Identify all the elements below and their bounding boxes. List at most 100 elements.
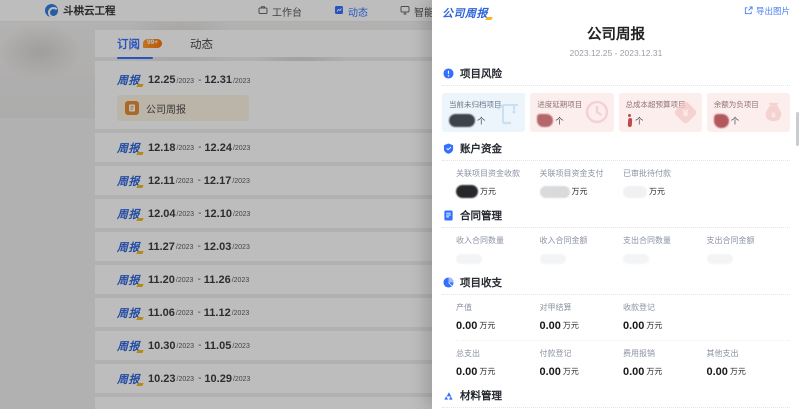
date-year: /2023 (232, 341, 250, 350)
date-separator: - (198, 373, 201, 384)
risk-card-delayed: 进度延期项目 个 (530, 93, 613, 132)
stat-label: 关联项目资金支付 (540, 168, 624, 179)
stat-field: 支出合同金额 (707, 235, 791, 266)
stat-unit: 万元 (572, 186, 588, 197)
date-start: 11.06 (148, 307, 175, 319)
stat-unit: 万元 (479, 366, 495, 377)
nav-label: 动态 (348, 4, 368, 19)
date-year: /2023 (233, 143, 251, 152)
date-separator: - (197, 274, 200, 285)
date-separator: - (197, 175, 200, 186)
stat-field: 关联项目资金支付 万元 (540, 168, 624, 199)
date-end: 12.31 (204, 74, 232, 86)
stat-field: 对甲结算 0.00万元 (540, 302, 624, 333)
weekly-report-logo: 周报 (117, 72, 140, 88)
date-end: 10.29 (204, 373, 232, 385)
risk-card-unarchived: 当前未归档项目 个 (442, 93, 525, 132)
document-icon (125, 101, 139, 115)
censored-value (449, 114, 475, 127)
section-account-funds: 账户资金 关联项目资金收款 万元 关联项目资金支付 万元 已审批待付款 万元 (442, 141, 790, 199)
date-year: /2023 (232, 308, 250, 317)
yuan-seal-icon: ¥ (673, 100, 698, 130)
section-header: 项目风险 (442, 66, 790, 80)
section-title: 项目风险 (460, 66, 502, 81)
date-end: 12.10 (204, 208, 232, 220)
weekly-report-logo: 周报 (117, 305, 140, 321)
card-unit: 个 (555, 115, 564, 127)
drawer-scrollbar[interactable] (796, 112, 799, 146)
export-image-button[interactable]: 导出图片 (744, 5, 790, 17)
risk-cards: 当前未归档项目 个 进度延期项目 个 总成本超预算项目 个 ¥ (442, 93, 790, 132)
censored-value (456, 254, 482, 264)
date-year: /2023 (176, 176, 194, 185)
contract-icon (442, 209, 454, 221)
censored-value (707, 254, 733, 264)
stat-unit: 万元 (646, 366, 662, 377)
divider (442, 85, 790, 86)
drawer-header: 公司周报 导出图片 (432, 5, 800, 21)
censored-value (540, 254, 566, 264)
stat-value: 0.00 (540, 320, 561, 332)
nav-item-activity[interactable]: 动态 (334, 4, 368, 19)
stat-fields: 产值 0.00万元 对甲结算 0.00万元 收款登记 0.00万元 (442, 302, 790, 333)
shield-icon (442, 142, 454, 154)
stat-unit: 万元 (563, 366, 579, 377)
svg-text:¥: ¥ (771, 110, 776, 119)
censored-value (537, 114, 553, 127)
weekly-report-logo: 周报 (117, 173, 140, 189)
stat-value: 0.00 (456, 366, 477, 378)
date-year: /2023 (233, 374, 251, 383)
brand-logo-icon (45, 4, 58, 17)
date-end: 12.03 (204, 241, 232, 253)
alert-icon (442, 67, 454, 79)
section-title: 合同管理 (460, 208, 502, 223)
divider (442, 227, 790, 228)
date-year: /2023 (177, 374, 195, 383)
stat-field: 付款登记 0.00万元 (540, 348, 624, 379)
date-separator: - (197, 241, 200, 252)
stat-unit: 万元 (480, 186, 496, 197)
stat-field: 其他支出 0.00万元 (707, 348, 791, 379)
section-header: 材料管理 (442, 388, 790, 402)
card-unit: 个 (635, 115, 644, 127)
report-title: 公司周报 (432, 23, 800, 44)
tab-activity[interactable]: 动态 (190, 36, 213, 52)
list-item-company-weekly-selected[interactable]: 公司周报 (117, 95, 249, 121)
date-separator: - (198, 75, 201, 86)
stat-label: 已审批待付款 (623, 168, 707, 179)
stat-value: 0.00 (623, 366, 644, 378)
stat-label: 其他支出 (707, 348, 791, 359)
stat-label: 支出合同数量 (623, 235, 707, 246)
weekly-report-logo: 周报 (117, 206, 140, 222)
stat-unit: 万元 (730, 366, 746, 377)
stat-label: 关联项目资金收款 (456, 168, 540, 179)
date-year: /2023 (232, 275, 250, 284)
count-badge: 99+ (143, 39, 162, 49)
nav-item-workbench[interactable]: 工作台 (258, 4, 302, 19)
tab-subscriptions[interactable]: 订阅 99+ (117, 36, 162, 52)
active-tab-underline (117, 57, 153, 59)
stat-label: 付款登记 (540, 348, 624, 359)
date-end: 12.17 (204, 175, 232, 187)
weekly-report-logo: 周报 (117, 239, 140, 255)
stat-unit: 万元 (479, 320, 495, 331)
tab-label: 订阅 (117, 36, 140, 52)
divider (442, 407, 790, 408)
date-separator: - (198, 208, 201, 219)
nav-label: 工作台 (272, 4, 302, 19)
date-start: 11.27 (148, 241, 175, 253)
date-separator: - (198, 142, 201, 153)
materials-icon (442, 389, 454, 401)
company-weekly-logo: 公司周报 (442, 5, 488, 21)
stat-fields: 总支出 0.00万元 付款登记 0.00万元 费用报销 0.00万元 其他支出 … (442, 348, 790, 379)
weekly-report-logo: 周报 (117, 272, 140, 288)
date-year: /2023 (177, 341, 195, 350)
censored-value (456, 185, 478, 198)
date-end: 11.12 (204, 307, 231, 319)
censored-value (714, 114, 729, 128)
stat-field: 费用报销 0.00万元 (623, 348, 707, 379)
section-material-management: 材料管理 采购订单数量 0个 采购订单金额 0.00万元 入库单金额 0.00万… (442, 388, 790, 409)
date-year: /2023 (177, 143, 195, 152)
export-icon (744, 6, 753, 17)
money-bag-icon: ¥ (761, 100, 786, 130)
